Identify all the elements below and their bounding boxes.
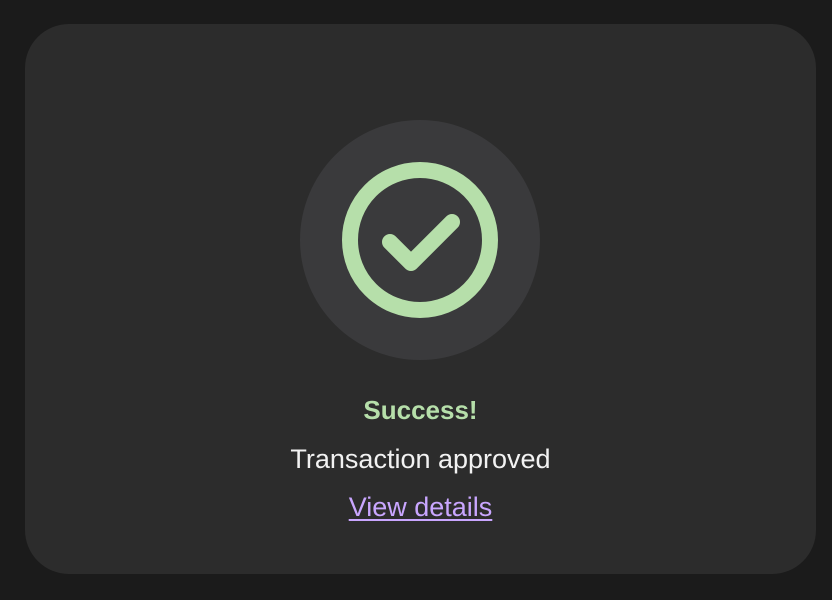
status-icon-container <box>300 120 540 360</box>
view-details-link[interactable]: View details <box>349 492 493 522</box>
status-message: Transaction approved <box>290 444 551 474</box>
success-card: Success! Transaction approved View detai… <box>25 24 816 574</box>
view-details-container: View details <box>25 490 816 524</box>
check-circle-icon <box>342 162 498 318</box>
status-title: Success! <box>363 395 478 425</box>
